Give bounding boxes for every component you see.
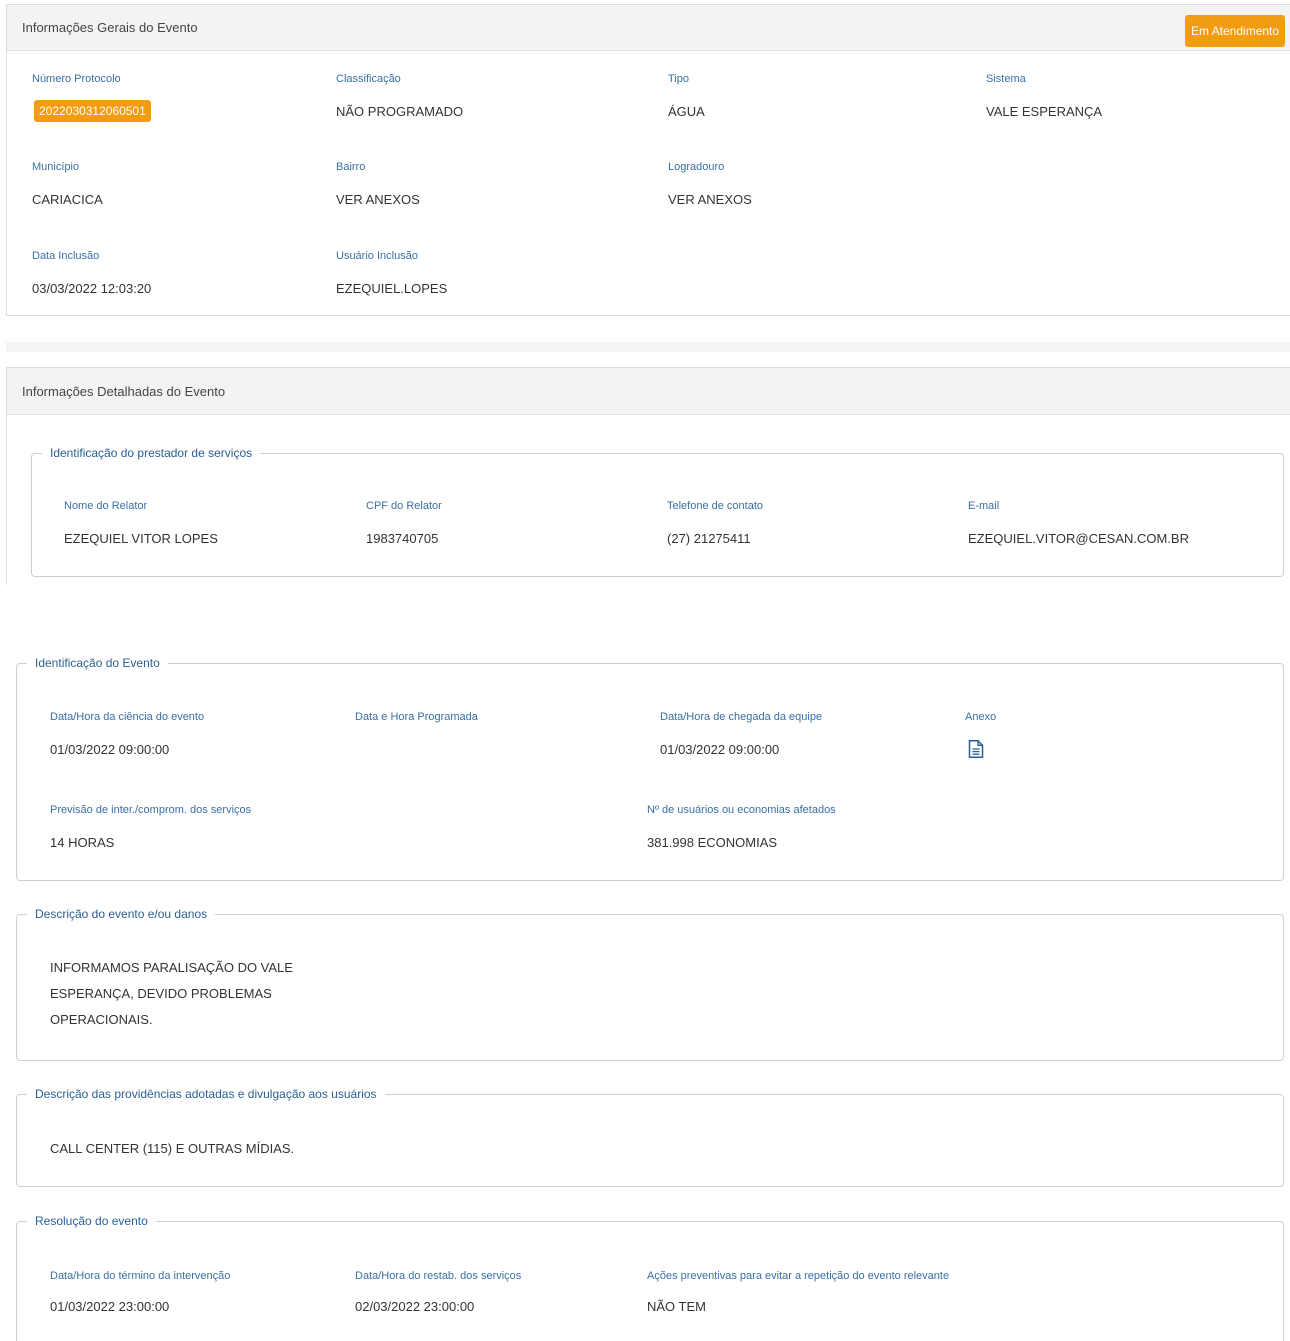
sistema-value: VALE ESPERANÇA — [986, 104, 1103, 119]
ciencia-label: Data/Hora da ciência do evento — [50, 711, 205, 723]
bairro-value: VER ANEXOS — [336, 192, 420, 207]
chegada-label: Data/Hora de chegada da equipe — [660, 711, 823, 723]
tipo-label: Tipo — [668, 73, 689, 85]
data-inclusao-value: 03/03/2022 12:03:20 — [32, 281, 152, 296]
usuarios-afetados-label: Nº de usuários ou economias afetados — [647, 804, 836, 816]
descricao-legend: Descrição do evento e/ou danos — [35, 907, 208, 921]
termino-value: 01/03/2022 23:00:00 — [50, 1299, 170, 1314]
protocol-label: Número Protocolo — [32, 73, 121, 85]
municipio-value: CARIACICA — [32, 192, 103, 207]
general-info-card: Informações Gerais do Evento Em Atendime… — [6, 4, 1290, 316]
logradouro-label: Logradouro — [668, 161, 725, 173]
restab-label: Data/Hora do restab. dos serviços — [355, 1270, 522, 1282]
bairro-label: Bairro — [336, 161, 366, 173]
relator-nome-label: Nome do Relator — [64, 500, 148, 512]
usuario-inclusao-value: EZEQUIEL.LOPES — [336, 281, 448, 296]
status-badge: Em Atendimento — [1185, 15, 1286, 47]
prestador-fieldset: Identificação do prestador de serviços — [31, 446, 1284, 577]
section-separator — [6, 342, 1290, 352]
usuarios-afetados-value: 381.998 ECONOMIAS — [647, 835, 778, 850]
detailed-info-header: Informações Detalhadas do Evento — [7, 368, 1290, 415]
email-value: EZEQUIEL.VITOR@CESAN.COM.BR — [968, 531, 1189, 546]
document-icon[interactable] — [968, 740, 984, 758]
restab-value: 02/03/2022 23:00:00 — [355, 1299, 475, 1314]
anexo-label: Anexo — [965, 711, 997, 723]
chegada-value: 01/03/2022 09:00:00 — [660, 742, 780, 757]
relator-cpf-value: 1983740705 — [366, 531, 439, 546]
evento-legend: Identificação do Evento — [35, 656, 160, 670]
ciencia-value: 01/03/2022 09:00:00 — [50, 742, 170, 757]
logradouro-value: VER ANEXOS — [668, 192, 752, 207]
municipio-label: Município — [32, 161, 80, 173]
sistema-label: Sistema — [986, 73, 1026, 85]
protocol-badge: 2022030312060501 — [34, 100, 151, 122]
general-info-title: Informações Gerais do Evento — [22, 20, 198, 35]
general-info-header: Informações Gerais do Evento — [7, 5, 1290, 51]
relator-nome-value: EZEQUIEL VITOR LOPES — [64, 531, 218, 546]
classificacao-label: Classificação — [336, 73, 401, 85]
relator-cpf-label: CPF do Relator — [366, 500, 442, 512]
data-inclusao-label: Data Inclusão — [32, 250, 100, 262]
detailed-info-title: Informações Detalhadas do Evento — [22, 384, 226, 399]
programada-label: Data e Hora Programada — [355, 711, 478, 723]
termino-label: Data/Hora do término da intervenção — [50, 1270, 231, 1282]
providencias-text: CALL CENTER (115) E OUTRAS MÍDIAS. — [50, 1141, 295, 1156]
telefone-value: (27) 21275411 — [667, 531, 751, 546]
tipo-value: ÁGUA — [668, 104, 705, 119]
acoes-preventivas-label: Ações preventivas para evitar a repetiçã… — [647, 1270, 950, 1282]
prestador-legend: Identificação do prestador de serviços — [50, 446, 253, 460]
resolucao-legend: Resolução do evento — [35, 1214, 148, 1228]
providencias-legend: Descrição das providências adotadas e di… — [35, 1087, 377, 1101]
previsao-value: 14 HORAS — [50, 835, 115, 850]
email-label: E-mail — [968, 500, 1000, 512]
acoes-preventivas-value: NÃO TEM — [647, 1299, 706, 1314]
usuario-inclusao-label: Usuário Inclusão — [336, 250, 418, 262]
classificacao-value: NÃO PROGRAMADO — [336, 104, 464, 119]
telefone-label: Telefone de contato — [667, 500, 764, 512]
previsao-label: Previsão de inter./comprom. dos serviços — [50, 804, 252, 816]
descricao-text: INFORMAMOS PARALISAÇÃO DO VALE ESPERANÇA… — [50, 960, 293, 1027]
